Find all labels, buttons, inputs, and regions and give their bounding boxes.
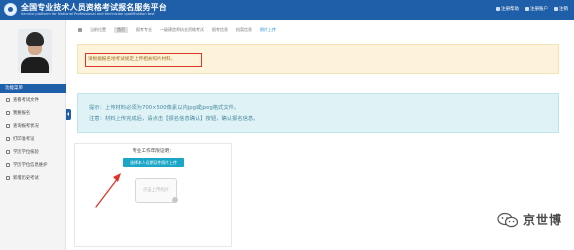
chat-bubbles-icon [497, 212, 519, 227]
watermark-text: 京世博 [523, 213, 563, 227]
annotation-arrow [95, 173, 121, 208]
arrow-shaft [95, 177, 119, 208]
arrow-head [113, 173, 121, 182]
watermark: 京世博 [497, 211, 562, 228]
